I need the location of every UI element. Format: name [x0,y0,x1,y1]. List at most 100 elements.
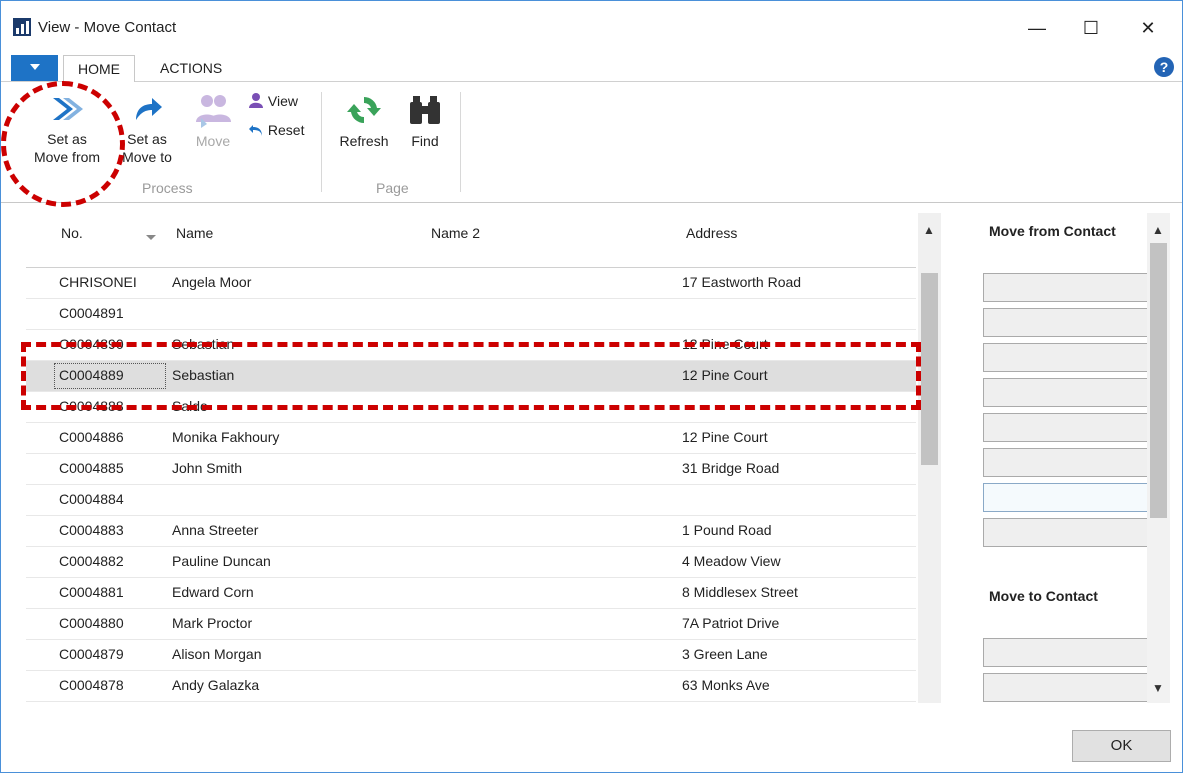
move-from-field-1[interactable] [983,273,1153,302]
cell-no: C0004879 [59,646,124,662]
cell-name: Andy Galazka [172,677,260,693]
binoculars-icon [410,96,440,124]
cell-name: Pauline Duncan [172,553,271,569]
users-move-icon [196,95,231,128]
redo-arrow-icon [136,98,162,120]
cell-no: C0004886 [59,429,124,445]
process-group-label: Process [142,180,193,196]
cell-address: 12 Pine Court [682,429,768,445]
refresh-button[interactable]: Refresh [334,92,394,150]
panel-vertical-scrollbar[interactable]: ▲ ▼ [1147,213,1170,703]
grid-vertical-scrollbar[interactable]: ▲ [918,213,941,703]
table-row[interactable]: C0004891 [26,299,916,330]
column-header-name[interactable]: Name [176,225,213,241]
cell-name: Edward Corn [172,584,254,600]
move-from-field-4[interactable] [983,378,1153,407]
view-label: View [267,93,298,109]
help-icon[interactable]: ? [1154,57,1174,77]
cell-name: Angela Moor [172,274,252,290]
application-menu-button[interactable] [11,55,58,81]
move-from-field-5[interactable] [983,413,1153,442]
contact-details-panel: Move from Contact Move to Contact ▲ ▼ [961,213,1170,703]
table-row[interactable]: C0004885 John Smith 31 Bridge Road [26,454,916,485]
page-group-label: Page [376,180,409,196]
table-row[interactable]: C0004890 Sebastian 12 Pine Court [26,330,916,361]
table-row[interactable]: C0004882 Pauline Duncan 4 Meadow View [26,547,916,578]
cell-name: Sebastian [172,336,235,352]
table-row[interactable]: C0004883 Anna Streeter 1 Pound Road [26,516,916,547]
cell-no: C0004881 [59,584,124,600]
cell-name: Saldo [172,398,208,414]
cell-address: 17 Eastworth Road [682,274,802,290]
ribbon-separator [321,92,322,192]
move-label: Move [195,133,231,149]
set-as-move-to-button[interactable]: Set as Move to [111,92,183,166]
cell-address: 31 Bridge Road [682,460,780,476]
cell-address: 63 Monks Ave [682,677,770,693]
scroll-up-icon[interactable]: ▲ [923,223,935,237]
cell-name: John Smith [172,460,243,476]
set-as-move-from-button[interactable]: Set as Move from [23,92,111,166]
table-row[interactable]: CHRISONEI Angela Moor 17 Eastworth Road [26,268,916,299]
close-button[interactable]: ✕ [1125,11,1171,45]
move-button[interactable]: Move [187,92,239,150]
table-row[interactable]: C0004879 Alison Morgan 3 Green Lane [26,640,916,671]
arrow-right-icon [53,98,83,120]
table-row[interactable]: C0004888 Saldo [26,392,916,423]
move-from-field-8[interactable] [983,518,1153,547]
cell-address: 7A Patriot Drive [682,615,780,631]
tab-home[interactable]: HOME [63,55,135,83]
reset-label: Reset [267,122,305,138]
cell-name: Anna Streeter [172,522,259,538]
find-button[interactable]: Find [401,92,449,150]
reset-button[interactable]: Reset [248,122,304,138]
table-row[interactable]: C0004884 [26,485,916,516]
column-header-no[interactable]: No. [61,225,83,241]
cell-no: C0004891 [59,305,124,321]
move-contact-window: View - Move Contact — ☐ ✕ HOME ACTIONS ?… [0,0,1183,773]
cell-address: 4 Meadow View [682,553,781,569]
move-from-field-3[interactable] [983,343,1153,372]
view-button[interactable]: View [248,92,298,109]
cell-address: 1 Pound Road [682,522,772,538]
set-as-move-from-label-line1: Set as [47,131,87,147]
table-row[interactable]: C0004878 Andy Galazka 63 Monks Ave [26,671,916,702]
cell-name: Alison Morgan [172,646,262,662]
scroll-up-icon[interactable]: ▲ [1152,223,1164,237]
cell-address: 12 Pine Court [682,367,768,383]
cell-name: Sebastian [172,367,235,383]
tab-actions[interactable]: ACTIONS [146,55,236,81]
table-row[interactable]: C0004881 Edward Corn 8 Middlesex Street [26,578,916,609]
ok-button[interactable]: OK [1072,730,1171,762]
move-from-contact-title: Move from Contact [989,223,1116,239]
move-from-field-7[interactable] [983,483,1153,512]
column-header-name2[interactable]: Name 2 [431,225,480,241]
cell-no: C0004878 [59,677,124,693]
ribbon-tab-bar: HOME ACTIONS ? [1,47,1182,83]
set-as-move-to-label-line1: Set as [127,131,167,147]
maximize-button[interactable]: ☐ [1068,11,1114,45]
user-icon [249,93,263,108]
cell-no: CHRISONEI [59,274,137,290]
column-header-address[interactable]: Address [686,225,737,241]
cell-address: 8 Middlesex Street [682,584,798,600]
move-to-field-1[interactable] [983,638,1153,667]
find-label: Find [411,133,439,149]
ribbon: Set as Move from Set as Move to Move Vie… [1,82,1182,203]
window-title: View - Move Contact [38,19,177,36]
table-row[interactable]: C0004880 Mark Proctor 7A Patriot Drive [26,609,916,640]
app-icon [13,18,31,36]
scroll-down-icon[interactable]: ▼ [1152,681,1164,695]
minimize-button[interactable]: — [1014,11,1060,45]
table-row[interactable]: C0004886 Monika Fakhoury 12 Pine Court [26,423,916,454]
panel-scroll-thumb[interactable] [1150,243,1167,518]
undo-icon [249,125,262,136]
table-row-selected[interactable]: C0004889 Sebastian 12 Pine Court [26,361,916,392]
grid-scroll-thumb[interactable] [921,273,938,465]
cell-no: C0004882 [59,553,124,569]
move-from-field-2[interactable] [983,308,1153,337]
move-from-field-6[interactable] [983,448,1153,477]
cell-name: Mark Proctor [172,615,253,631]
move-to-field-2[interactable] [983,673,1153,702]
ribbon-separator [460,92,461,192]
